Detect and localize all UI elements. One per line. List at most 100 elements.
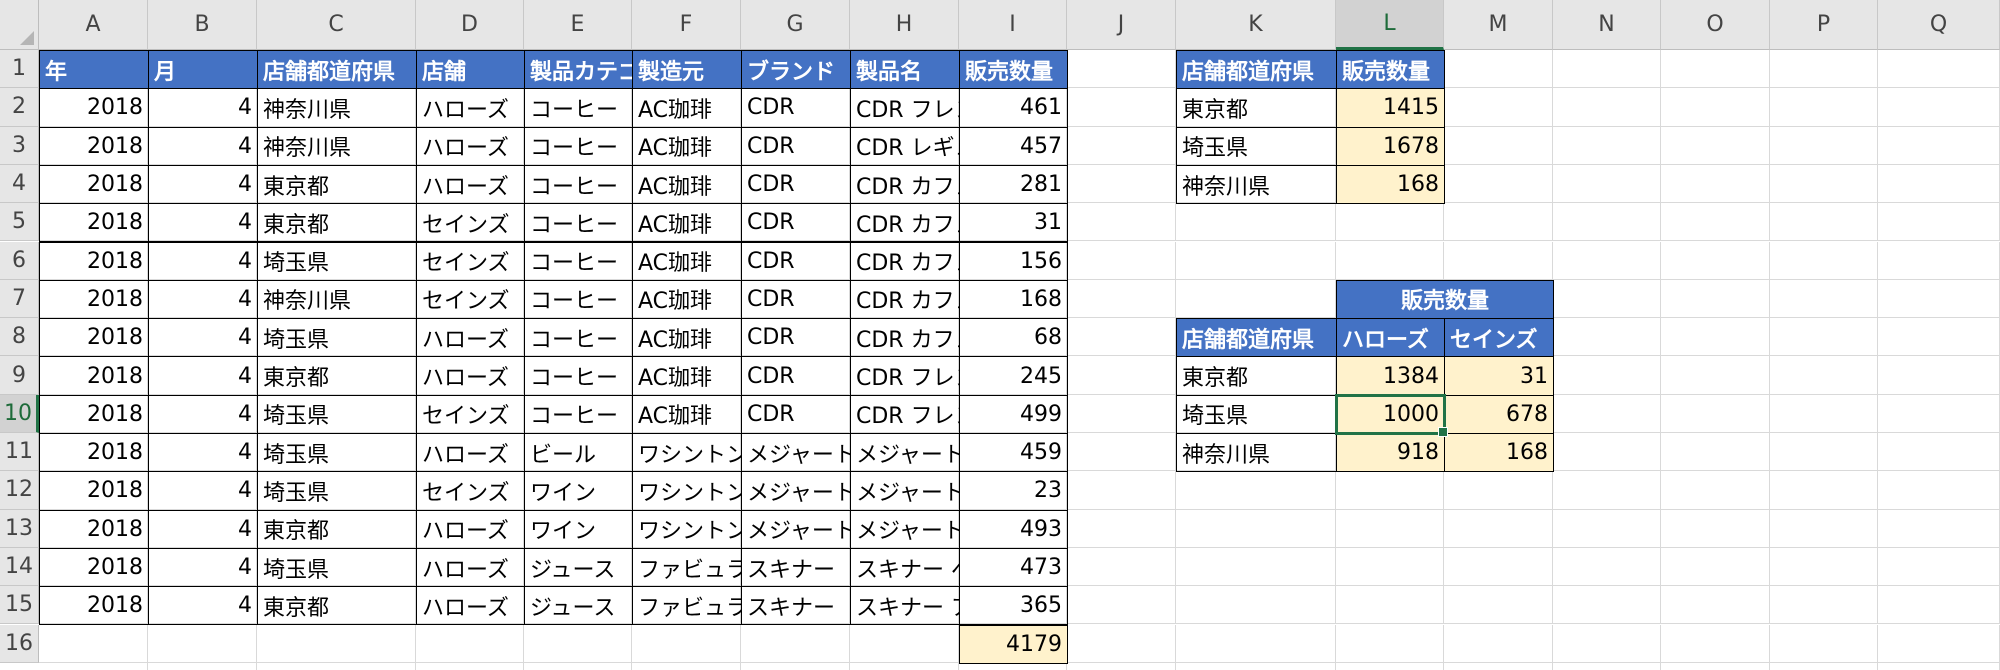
empty-cell[interactable]: [1661, 279, 1770, 319]
empty-cell[interactable]: [1878, 88, 2000, 127]
table-header-cell[interactable]: 製品名: [850, 50, 960, 90]
table-cell[interactable]: 4: [148, 356, 258, 396]
row-header-14[interactable]: 14: [0, 547, 39, 587]
empty-cell[interactable]: [1444, 203, 1553, 242]
table-cell[interactable]: 68: [959, 318, 1068, 358]
table-cell[interactable]: 31: [959, 203, 1068, 243]
table-cell[interactable]: ハローズ: [416, 126, 525, 166]
table-cell[interactable]: 2018: [39, 279, 149, 320]
table-header-cell[interactable]: 製造元: [632, 50, 742, 90]
row-header-13[interactable]: 13: [0, 509, 39, 548]
column-header-L[interactable]: L: [1336, 0, 1444, 50]
table-cell[interactable]: 東京都: [257, 164, 417, 205]
empty-cell[interactable]: [1878, 279, 2000, 319]
summary-value-cell[interactable]: 1415: [1336, 88, 1445, 128]
column-header-F[interactable]: F: [632, 0, 741, 50]
empty-cell[interactable]: [1444, 662, 1553, 670]
empty-cell[interactable]: [1067, 88, 1176, 127]
empty-cell[interactable]: [1067, 471, 1176, 510]
empty-cell[interactable]: [1336, 547, 1444, 587]
empty-cell[interactable]: [1661, 662, 1770, 670]
table-cell[interactable]: 461: [959, 88, 1068, 128]
table-cell[interactable]: CDR カフェイン: [850, 203, 960, 243]
empty-cell[interactable]: [1444, 241, 1553, 280]
spreadsheet-grid[interactable]: A B C D E F G H I J K L M N O P Q 1 2 3 4 5 6 7 8 9 10 11 12 13 14 15 16…: [0, 0, 2000, 670]
empty-cell[interactable]: [1661, 356, 1770, 395]
empty-cell[interactable]: [1553, 88, 1661, 127]
table-cell[interactable]: CDR: [741, 203, 851, 243]
empty-cell[interactable]: [39, 662, 148, 670]
empty-cell[interactable]: [1553, 241, 1661, 280]
table-cell[interactable]: 2018: [39, 586, 149, 626]
summary-value-cell[interactable]: 168: [1336, 164, 1445, 205]
summary-value-cell[interactable]: 1678: [1336, 126, 1445, 166]
table-cell[interactable]: CDR: [741, 164, 851, 205]
table-cell[interactable]: ジュース: [524, 586, 633, 626]
empty-cell[interactable]: [1067, 586, 1176, 625]
table-cell[interactable]: ビール: [524, 433, 633, 473]
table-cell[interactable]: AC珈琲: [632, 164, 742, 205]
empty-cell[interactable]: [741, 662, 850, 670]
pivot-value-cell[interactable]: 31: [1444, 356, 1554, 396]
empty-cell[interactable]: [1176, 203, 1336, 242]
table-cell[interactable]: 365: [959, 586, 1068, 626]
table-cell[interactable]: 4: [148, 509, 258, 549]
empty-cell[interactable]: [1553, 624, 1661, 663]
empty-cell[interactable]: [1770, 509, 1878, 548]
table-cell[interactable]: 2018: [39, 356, 149, 396]
empty-cell[interactable]: [1878, 624, 2000, 663]
empty-cell[interactable]: [1176, 241, 1336, 280]
row-header-2[interactable]: 2: [0, 88, 39, 127]
empty-cell[interactable]: [1067, 624, 1176, 663]
table-cell[interactable]: CDR カフェイン: [850, 318, 960, 358]
empty-cell[interactable]: [1336, 624, 1444, 663]
empty-cell[interactable]: [1661, 241, 1770, 280]
empty-cell[interactable]: [1770, 624, 1878, 663]
summary-header-cell[interactable]: 販売数量: [1336, 50, 1445, 90]
table-header-cell[interactable]: 販売数量: [959, 50, 1068, 90]
table-cell[interactable]: 156: [959, 241, 1068, 281]
empty-cell[interactable]: [1176, 662, 1336, 670]
pivot-header-cell[interactable]: ハローズ: [1336, 318, 1445, 358]
empty-cell[interactable]: [1067, 318, 1176, 357]
table-cell[interactable]: ワイン: [524, 471, 633, 511]
empty-cell[interactable]: [1661, 126, 1770, 165]
table-cell[interactable]: AC珈琲: [632, 88, 742, 128]
table-cell[interactable]: スキナー: [741, 586, 851, 626]
table-cell[interactable]: 埼玉県: [257, 394, 417, 434]
empty-cell[interactable]: [1661, 433, 1770, 472]
total-cell[interactable]: 4179: [959, 624, 1068, 664]
table-cell[interactable]: 4: [148, 203, 258, 243]
empty-cell[interactable]: [1553, 471, 1661, 510]
table-cell[interactable]: 2018: [39, 394, 149, 434]
empty-cell[interactable]: [1878, 394, 2000, 433]
table-cell[interactable]: メジャートップ: [741, 433, 851, 473]
empty-cell[interactable]: [1067, 509, 1176, 548]
empty-cell[interactable]: [1770, 471, 1878, 510]
empty-cell[interactable]: [1770, 50, 1878, 89]
empty-cell[interactable]: [1444, 126, 1553, 165]
empty-cell[interactable]: [850, 624, 959, 663]
empty-cell[interactable]: [1770, 88, 1878, 127]
empty-cell[interactable]: [1770, 279, 1878, 319]
table-header-cell[interactable]: 店舗: [416, 50, 525, 90]
table-cell[interactable]: AC珈琲: [632, 241, 742, 281]
empty-cell[interactable]: [1176, 547, 1336, 587]
table-cell[interactable]: CDR: [741, 279, 851, 320]
table-cell[interactable]: 2018: [39, 126, 149, 166]
table-cell[interactable]: 473: [959, 547, 1068, 588]
empty-cell[interactable]: [1661, 471, 1770, 510]
row-header-7[interactable]: 7: [0, 279, 39, 319]
column-header-C[interactable]: C: [257, 0, 416, 50]
table-cell[interactable]: コーヒー: [524, 394, 633, 434]
empty-cell[interactable]: [1661, 394, 1770, 433]
table-cell[interactable]: 168: [959, 279, 1068, 320]
empty-cell[interactable]: [1553, 509, 1661, 548]
empty-cell[interactable]: [1553, 279, 1661, 319]
empty-cell[interactable]: [1067, 164, 1176, 204]
table-cell[interactable]: 23: [959, 471, 1068, 511]
empty-cell[interactable]: [1067, 279, 1176, 319]
empty-cell[interactable]: [257, 662, 416, 670]
table-cell[interactable]: ハローズ: [416, 88, 525, 128]
empty-cell[interactable]: [1444, 586, 1553, 625]
